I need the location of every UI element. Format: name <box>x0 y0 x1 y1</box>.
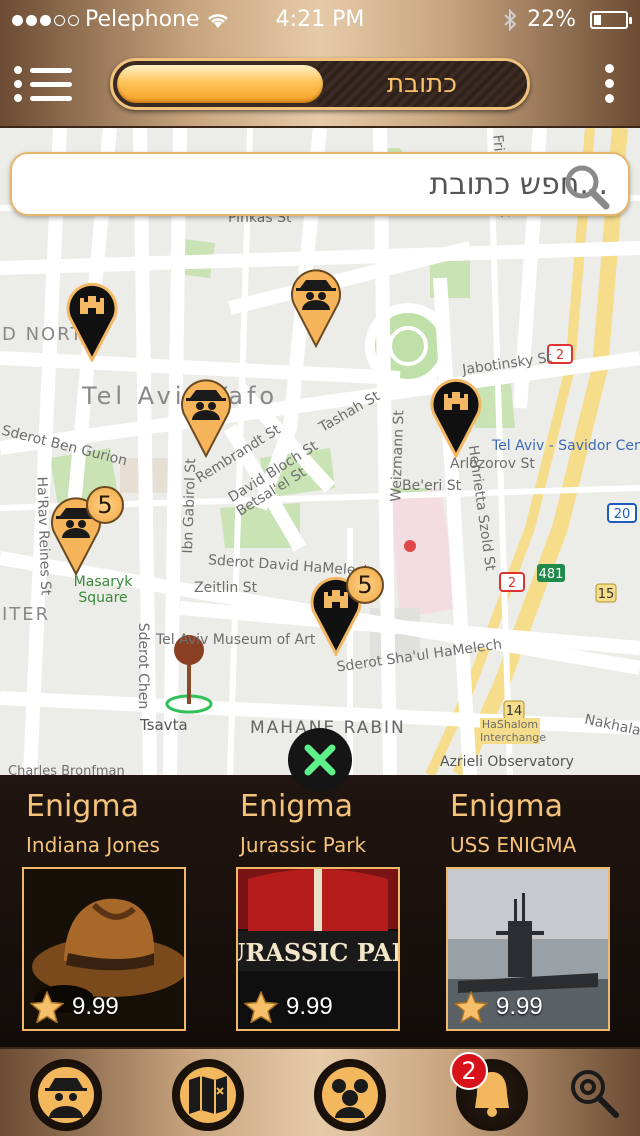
card-price: 9.99 <box>72 993 119 1020</box>
street-label: ITER <box>2 604 51 625</box>
street-label: Charles Bronfman <box>8 764 125 775</box>
notification-badge: 2 <box>450 1052 488 1090</box>
street-label: HaShalom Interchange <box>480 718 547 744</box>
castle-pin-icon[interactable] <box>428 376 484 458</box>
toggle-label-address[interactable]: כתובת <box>317 61 527 107</box>
more-options-icon[interactable] <box>602 62 616 106</box>
hamburger-menu-icon[interactable] <box>12 62 74 106</box>
street-label: Weizmann St <box>388 409 408 503</box>
bluetooth-icon <box>504 9 517 31</box>
street-label: Tel Aviv - Savidor Center <box>492 438 640 454</box>
street-label: Be'eri St <box>402 478 462 494</box>
enigma-card[interactable]: Enigma Jurassic Park URASSIC PAR 9.99 <box>236 775 420 1047</box>
group-icon <box>322 1067 378 1123</box>
spy-pin-icon[interactable] <box>178 376 234 458</box>
cluster-count-badge: 5 <box>346 566 384 604</box>
street-label: Ibn Gabirol St <box>179 458 200 554</box>
close-icon <box>304 744 336 776</box>
spy-pin-icon[interactable] <box>288 266 344 348</box>
card-thumbnail[interactable]: URASSIC PAR 9.99 <box>236 867 400 1031</box>
castle-pin-icon[interactable] <box>64 280 120 362</box>
star-icon <box>30 991 64 1023</box>
card-title: Enigma <box>450 789 563 824</box>
card-subtitle: Indiana Jones <box>26 833 160 857</box>
rating-price-row: 9.99 <box>244 991 333 1023</box>
card-title: Enigma <box>240 789 353 824</box>
street-label: Zeitlin St <box>194 580 258 596</box>
search-icon[interactable] <box>560 162 612 210</box>
status-bar: Pelephone 4:21 PM 22% <box>0 0 640 40</box>
bottom-tab-bar <box>0 1047 640 1136</box>
card-thumbnail[interactable]: 9.99 <box>446 867 610 1031</box>
card-price: 9.99 <box>286 993 333 1020</box>
card-title: Enigma <box>26 789 139 824</box>
rating-price-row: 9.99 <box>30 991 119 1023</box>
card-price: 9.99 <box>496 993 543 1020</box>
map-icon <box>180 1067 236 1123</box>
battery-percent: 22% <box>527 7 576 32</box>
street-label: Tsavta <box>140 716 188 734</box>
tab-map[interactable] <box>172 1059 244 1131</box>
spy-icon <box>38 1067 94 1123</box>
toggle-knob[interactable] <box>117 65 323 103</box>
street-label: Tel Aviv Museum of Art <box>156 632 316 648</box>
star-icon <box>454 991 488 1023</box>
star-icon <box>244 991 278 1023</box>
map-view[interactable]: 2 2 20 481 15 14 Pinkas St Tel Aviv-Yafo… <box>0 128 640 775</box>
enigma-cards-panel[interactable]: Enigma Indiana Jones 9.99 Enigma Jurassi… <box>0 775 640 1047</box>
cluster-count-badge: 5 <box>86 486 124 524</box>
enigma-card[interactable]: Enigma USS ENIGMA 9.99 <box>446 775 630 1047</box>
svg-text:15: 15 <box>598 587 615 602</box>
enigma-card[interactable]: Enigma Indiana Jones 9.99 <box>22 775 206 1047</box>
settings-search-icon[interactable] <box>566 1065 622 1121</box>
svg-text:481: 481 <box>539 567 564 582</box>
street-label: Sderot Chen <box>135 622 152 710</box>
street-label: Arlozorov St <box>450 456 535 472</box>
rating-price-row: 9.99 <box>454 991 543 1023</box>
svg-text:2: 2 <box>556 348 564 363</box>
address-search-bar[interactable] <box>10 152 630 216</box>
card-subtitle: USS ENIGMA <box>450 833 577 857</box>
tab-spy[interactable] <box>30 1059 102 1131</box>
svg-text:14: 14 <box>506 704 523 719</box>
svg-text:2: 2 <box>508 576 516 591</box>
address-search-input[interactable] <box>92 160 608 208</box>
street-label: Azrieli Observatory <box>440 754 574 770</box>
close-panel-button[interactable] <box>288 728 352 792</box>
card-thumbnail[interactable]: 9.99 <box>22 867 186 1031</box>
top-header: Pelephone 4:21 PM 22% כתובת <box>0 0 640 128</box>
tab-group[interactable] <box>314 1059 386 1131</box>
card-subtitle: Jurassic Park <box>240 833 367 857</box>
svg-text:20: 20 <box>614 507 631 522</box>
battery-group: 22% <box>503 0 632 40</box>
svg-text:URASSIC PAR: URASSIC PAR <box>238 938 398 967</box>
street-label: Masaryk Square <box>73 574 133 606</box>
battery-icon <box>590 11 632 29</box>
address-toggle-switch[interactable]: כתובת <box>110 58 530 110</box>
